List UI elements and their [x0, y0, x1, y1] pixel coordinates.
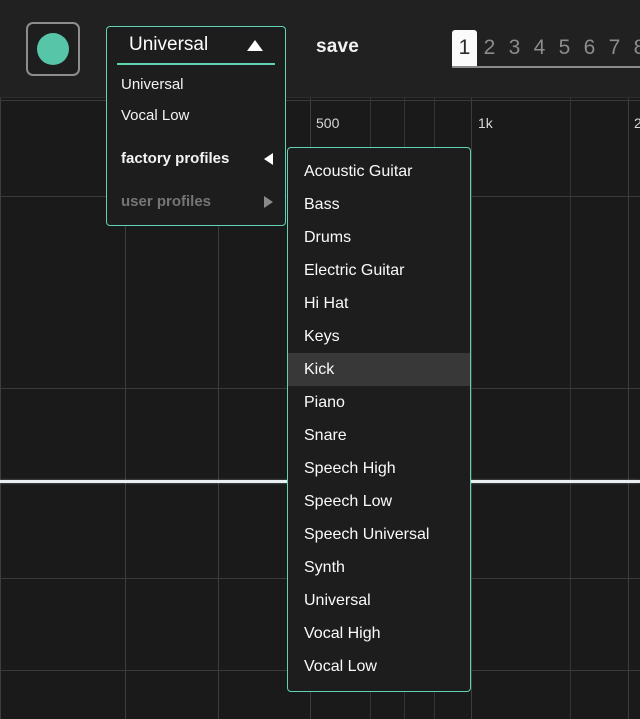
preset-tab-5[interactable]: 5	[552, 30, 577, 66]
factory-profiles-item-list: Acoustic Guitar Bass Drums Electric Guitar H…	[288, 155, 470, 683]
preset-tab-6[interactable]: 6	[577, 30, 602, 66]
plugin-header-bar: save 12345678	[0, 0, 640, 98]
factory-profile-item-universal[interactable]: Universal	[288, 584, 470, 617]
preset-tab-3[interactable]: 3	[502, 30, 527, 66]
factory-profiles-submenu[interactable]: Acoustic Guitar Bass Drums Electric Guitar H…	[287, 147, 471, 692]
preset-tab-2[interactable]: 2	[477, 30, 502, 66]
frequency-label: 2	[634, 115, 640, 131]
factory-profile-item-snare[interactable]: Snare	[288, 419, 470, 452]
factory-profile-item-piano[interactable]: Piano	[288, 386, 470, 419]
factory-profile-item-synth[interactable]: Synth	[288, 551, 470, 584]
factory-profile-item-speech-low[interactable]: Speech Low	[288, 485, 470, 518]
caret-up-icon	[247, 39, 263, 51]
factory-profile-item-hi-hat[interactable]: Hi Hat	[288, 287, 470, 320]
preset-tab-8[interactable]: 8	[627, 30, 640, 66]
factory-profile-item-speech-universal[interactable]: Speech Universal	[288, 518, 470, 551]
profile-menu-item-universal[interactable]: Universal	[107, 69, 285, 100]
grid-line-vertical	[471, 98, 472, 719]
eq-plugin-window: 500 1k 2 save 12345678 Universal Universal…	[0, 0, 640, 719]
factory-profile-item-speech-high[interactable]: Speech High	[288, 452, 470, 485]
factory-profile-item-keys[interactable]: Keys	[288, 320, 470, 353]
factory-profile-item-vocal-low[interactable]: Vocal Low	[288, 650, 470, 683]
caret-left-icon	[264, 152, 273, 165]
profile-menu-items: Universal Vocal Low factory profiles user p…	[107, 69, 285, 217]
factory-profile-item-drums[interactable]: Drums	[288, 221, 470, 254]
frequency-label: 500	[316, 115, 340, 131]
profile-menu-item-label: factory profiles	[121, 150, 230, 167]
preset-tab-1[interactable]: 1	[452, 30, 477, 66]
grid-line-vertical	[570, 98, 571, 719]
caret-right-icon	[264, 195, 273, 208]
grid-line-vertical	[628, 98, 629, 719]
frequency-label: 1k	[478, 115, 493, 131]
profile-menu-item-label: Universal	[121, 76, 184, 93]
factory-profile-item-vocal-high[interactable]: Vocal High	[288, 617, 470, 650]
profile-dropdown-trigger[interactable]: Universal	[117, 27, 275, 65]
preset-tab-bar[interactable]: 12345678	[452, 30, 640, 68]
factory-profile-item-electric-guitar[interactable]: Electric Guitar	[288, 254, 470, 287]
factory-profile-item-bass[interactable]: Bass	[288, 188, 470, 221]
preset-tab-7[interactable]: 7	[602, 30, 627, 66]
factory-profile-item-kick[interactable]: Kick	[288, 353, 470, 386]
profile-menu-item-user-profiles: user profiles	[107, 186, 285, 217]
bypass-button[interactable]	[26, 22, 80, 76]
save-button[interactable]: save	[316, 36, 359, 58]
profile-current-value: Universal	[129, 34, 209, 55]
profile-menu-item-factory-profiles[interactable]: factory profiles	[107, 143, 285, 174]
grid-line-vertical	[0, 98, 1, 719]
profile-menu-item-label: user profiles	[121, 193, 212, 210]
preset-tab-4[interactable]: 4	[527, 30, 552, 66]
profile-dropdown-menu[interactable]: Universal Universal Vocal Low factory prof…	[106, 26, 286, 226]
circle-led-icon	[37, 33, 69, 65]
profile-menu-item-label: Vocal Low	[121, 107, 190, 124]
grid-line-horizontal	[0, 100, 640, 101]
profile-menu-item-vocal-low[interactable]: Vocal Low	[107, 100, 285, 131]
factory-profile-item-acoustic-guitar[interactable]: Acoustic Guitar	[288, 155, 470, 188]
